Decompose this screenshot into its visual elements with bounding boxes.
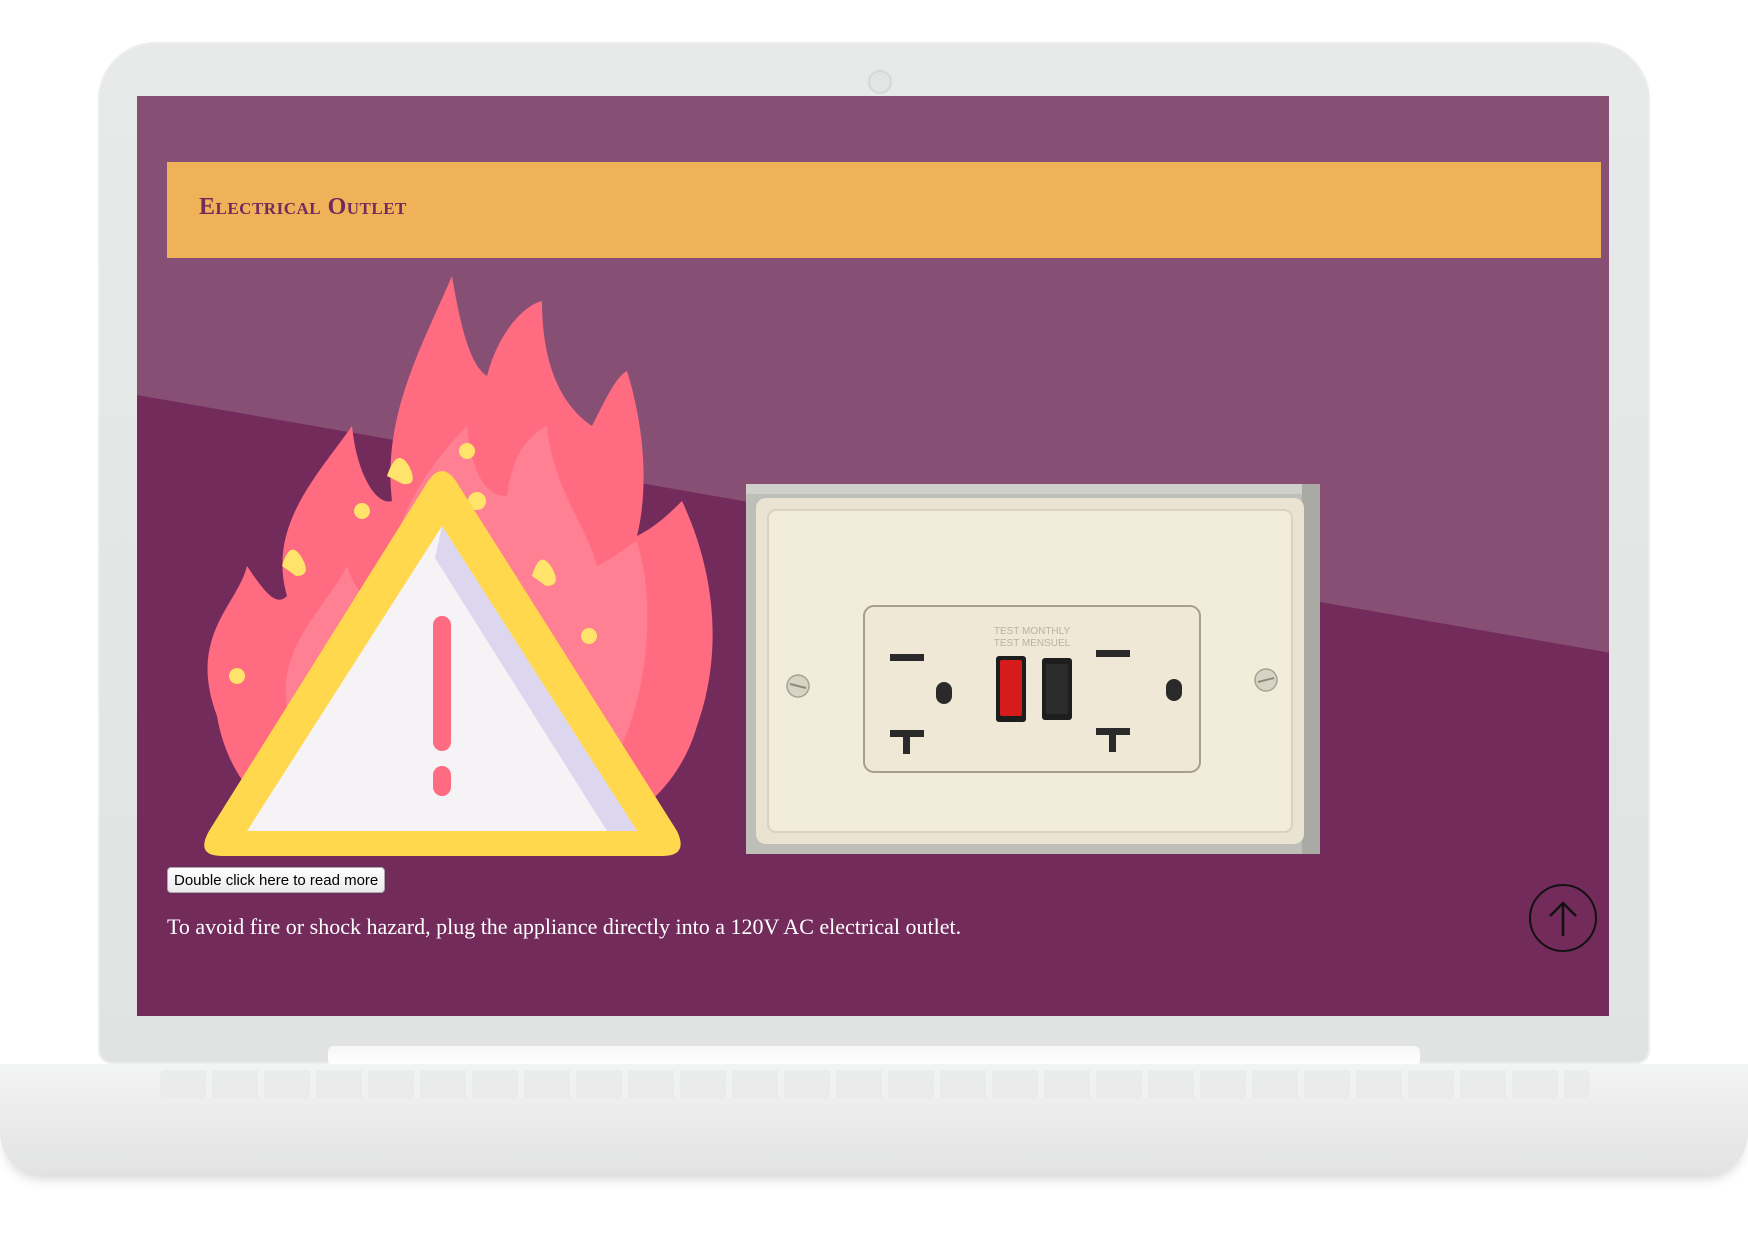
- fire-warning-icon: [204, 276, 713, 856]
- page-title: Electrical Outlet: [199, 194, 407, 220]
- arrow-up-circle-icon: [1549, 901, 1577, 936]
- laptop-keyboard: [160, 1070, 1590, 1098]
- read-more-button[interactable]: Double click here to read more: [167, 867, 386, 893]
- webcam: [868, 70, 892, 94]
- outlet-label-test-monthly: TEST MONTHLY: [994, 626, 1071, 637]
- laptop-hinge: [328, 1046, 1420, 1066]
- outlet-label-test-mensuel: TEST MENSUEL: [994, 638, 1071, 649]
- body-text: To avoid fire or shock hazard, plug the …: [167, 914, 962, 939]
- slide-screen: Electrical Outlet TEST MONTHLY TEST MENS…: [137, 96, 1609, 1016]
- scroll-to-top-button[interactable]: [1529, 884, 1597, 952]
- outlet-photo: TEST MONTHLY TEST MENSUEL: [746, 484, 1320, 854]
